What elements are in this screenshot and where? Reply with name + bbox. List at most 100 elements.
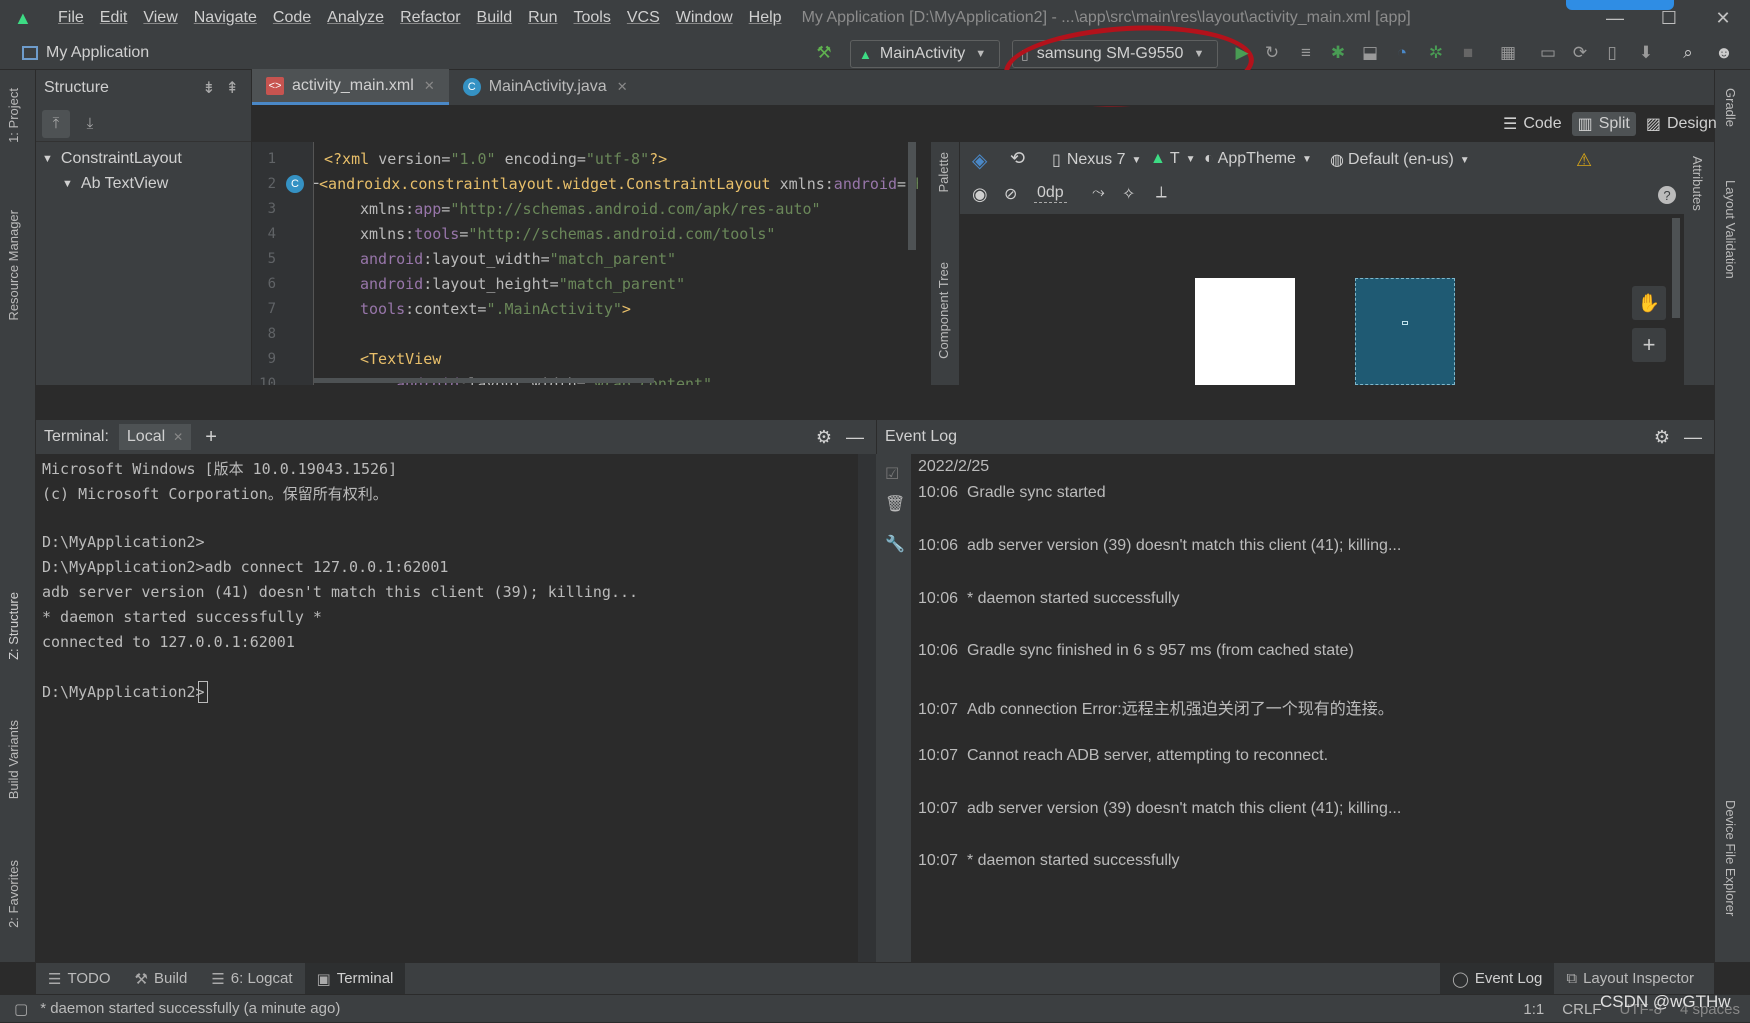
code-editor[interactable]: <?xml version="1.0" encoding="utf-8"?> ⌐… <box>314 142 918 385</box>
tab-build[interactable]: ⚒ Build <box>123 963 200 995</box>
tool-tab-attributes[interactable]: Attributes <box>1690 156 1705 211</box>
run-icon[interactable]: ▶ <box>1230 41 1254 65</box>
menu-tools[interactable]: Tools <box>573 9 610 27</box>
navigate-up-icon[interactable]: ⤒ <box>42 109 70 138</box>
settings-gear-icon[interactable]: ⚙ <box>816 427 832 448</box>
caret-position[interactable]: 1:1 <box>1523 1001 1544 1018</box>
help-icon[interactable]: ? <box>1658 186 1676 204</box>
tool-tab-build-variants[interactable]: Build Variants <box>6 720 21 799</box>
tool-tab-palette[interactable]: Palette <box>936 152 951 192</box>
device-selector[interactable]: ▯ Nexus 7 ▼ <box>1052 150 1141 170</box>
attach-debugger-icon[interactable]: ⬓ <box>1358 41 1382 65</box>
autoconnect-off-icon[interactable]: ⊘ <box>1004 184 1017 204</box>
project-structure-icon[interactable]: ▦ <box>1496 41 1520 65</box>
theme-selector[interactable]: ◐ AppTheme ▼ <box>1204 150 1312 168</box>
tab-terminal[interactable]: ▣ Terminal <box>304 962 406 995</box>
panel-divider[interactable] <box>36 385 1714 420</box>
canvas-scrollbar[interactable] <box>1672 218 1680 318</box>
hide-panel-icon[interactable]: — <box>846 427 864 448</box>
line-separator[interactable]: CRLF <box>1562 1001 1601 1018</box>
view-mode-split[interactable]: ▥ Split <box>1571 112 1636 136</box>
avd-manager-icon[interactable]: ▯ <box>1600 41 1624 65</box>
project-breadcrumb[interactable]: My Application <box>22 44 149 62</box>
menu-analyze[interactable]: Analyze <box>327 9 384 27</box>
menu-view[interactable]: View <box>143 9 177 27</box>
tab-activity-main-xml[interactable]: <> activity_main.xml ✕ <box>252 69 449 105</box>
menu-refactor[interactable]: Refactor <box>400 9 460 27</box>
tool-tab-structure[interactable]: Z: Structure <box>6 592 21 660</box>
run-config-dropdown[interactable]: ▲ MainActivity ▼ <box>850 40 1000 68</box>
tab-layout-inspector[interactable]: ⧉ Layout Inspector <box>1554 963 1706 995</box>
menu-file[interactable]: File <box>58 9 84 27</box>
zoom-in-icon[interactable]: + <box>1632 328 1666 362</box>
class-marker-icon[interactable]: C <box>286 175 304 193</box>
sync-gradle-icon[interactable]: ⟳ <box>1568 41 1592 65</box>
profile-icon[interactable]: ◔ <box>1390 41 1414 65</box>
user-icon[interactable]: ☻ <box>1712 41 1736 65</box>
menu-window[interactable]: Window <box>676 9 733 27</box>
tool-tab-component-tree[interactable]: Component Tree <box>936 262 951 359</box>
apply-changes-icon[interactable]: ↻ <box>1260 41 1284 65</box>
close-icon[interactable]: ✕ <box>1696 8 1750 29</box>
tab-todo[interactable]: ☰ TODO <box>36 963 123 995</box>
tool-tab-gradle[interactable]: Gradle <box>1723 88 1738 127</box>
debug-icon[interactable]: ✱ <box>1326 41 1350 65</box>
tool-tab-device-file-explorer[interactable]: Device File Explorer <box>1723 800 1738 916</box>
menu-code[interactable]: Code <box>273 9 311 27</box>
view-mode-design[interactable]: ▨ Design <box>1640 112 1723 136</box>
default-margin-field[interactable]: 0dp <box>1034 184 1067 203</box>
menu-help[interactable]: Help <box>749 9 782 27</box>
horizontal-scrollbar[interactable] <box>314 378 654 383</box>
blueprint-preview[interactable] <box>1355 278 1455 385</box>
sdk-manager-icon[interactable]: ⬇ <box>1634 41 1658 65</box>
menu-edit[interactable]: Edit <box>100 9 128 27</box>
close-tab-icon[interactable]: ✕ <box>617 79 628 95</box>
new-tab-plus-icon[interactable]: + <box>205 426 217 449</box>
expand-all-icon[interactable]: ⇟ <box>202 78 215 98</box>
view-mode-code[interactable]: ☰ Code <box>1497 112 1568 136</box>
textview-blueprint[interactable] <box>1402 321 1408 325</box>
tab-mainactivity-java[interactable]: C MainActivity.java ✕ <box>449 69 642 105</box>
terminal-scrollbar-track[interactable] <box>858 454 876 962</box>
terminal-output[interactable]: Microsoft Windows [版本 10.0.19043.1526] (… <box>36 454 876 962</box>
tab-logcat[interactable]: ☰ 6: Logcat <box>199 963 304 995</box>
trash-icon[interactable]: 🗑 <box>885 494 905 514</box>
tool-tab-project[interactable]: 1: Project <box>6 88 21 143</box>
menu-run[interactable]: Run <box>528 9 557 27</box>
settings-gear-icon[interactable]: ⚙ <box>1654 427 1670 448</box>
toggle-tool-windows-icon[interactable]: ▢ <box>14 1000 28 1018</box>
terminal-tab-local[interactable]: Local ✕ <box>118 424 192 450</box>
api-selector[interactable]: ▲ T ▼ <box>1150 150 1196 168</box>
eye-icon[interactable]: ◉ <box>972 184 988 205</box>
navigate-down-icon[interactable]: ⤓ <box>76 110 104 138</box>
hide-panel-icon[interactable]: — <box>1684 427 1702 448</box>
menu-build[interactable]: Build <box>477 9 513 27</box>
minimize-icon[interactable]: — <box>1588 8 1642 29</box>
tool-tab-layout-validation[interactable]: Layout Validation <box>1723 180 1738 279</box>
status-message[interactable]: * daemon started successfully (a minute … <box>40 1000 340 1017</box>
tab-event-log[interactable]: ◯ Event Log <box>1440 962 1555 995</box>
layers-icon[interactable]: ◈ <box>972 148 987 173</box>
tree-row[interactable]: ▼ Ab TextView <box>36 171 251 196</box>
warning-icon[interactable]: ⚠ <box>1576 150 1592 171</box>
menu-vcs[interactable]: VCS <box>627 9 660 27</box>
design-canvas[interactable]: ✋ + <box>960 214 1684 385</box>
orientation-icon[interactable]: ⟲ <box>1010 148 1025 169</box>
search-icon[interactable]: ⌕ <box>1676 41 1700 65</box>
tree-row[interactable]: ▼ ConstraintLayout <box>36 146 251 171</box>
apply-code-changes-icon[interactable]: ≡ <box>1294 41 1318 65</box>
menu-navigate[interactable]: Navigate <box>194 9 257 27</box>
pan-hand-icon[interactable]: ✋ <box>1632 286 1666 320</box>
collapse-all-icon[interactable]: ⇞ <box>226 78 239 98</box>
close-tab-icon[interactable]: ✕ <box>173 430 183 444</box>
guidelines-icon[interactable]: ⟂ <box>1156 184 1167 202</box>
tool-tab-resource-manager[interactable]: Resource Manager <box>6 210 21 321</box>
infer-constraints-icon[interactable]: ✧ <box>1122 184 1135 204</box>
clear-constraints-icon[interactable]: ⤳ <box>1092 184 1105 202</box>
mark-all-read-icon[interactable]: ☑ <box>885 464 899 484</box>
attach-process-icon[interactable]: ✲ <box>1424 41 1448 65</box>
device-manager-icon[interactable]: ▭ <box>1536 41 1560 65</box>
locale-selector[interactable]: ◍ Default (en-us) ▼ <box>1330 150 1470 170</box>
close-tab-icon[interactable]: ✕ <box>424 78 435 94</box>
stop-icon[interactable]: ■ <box>1456 41 1480 65</box>
